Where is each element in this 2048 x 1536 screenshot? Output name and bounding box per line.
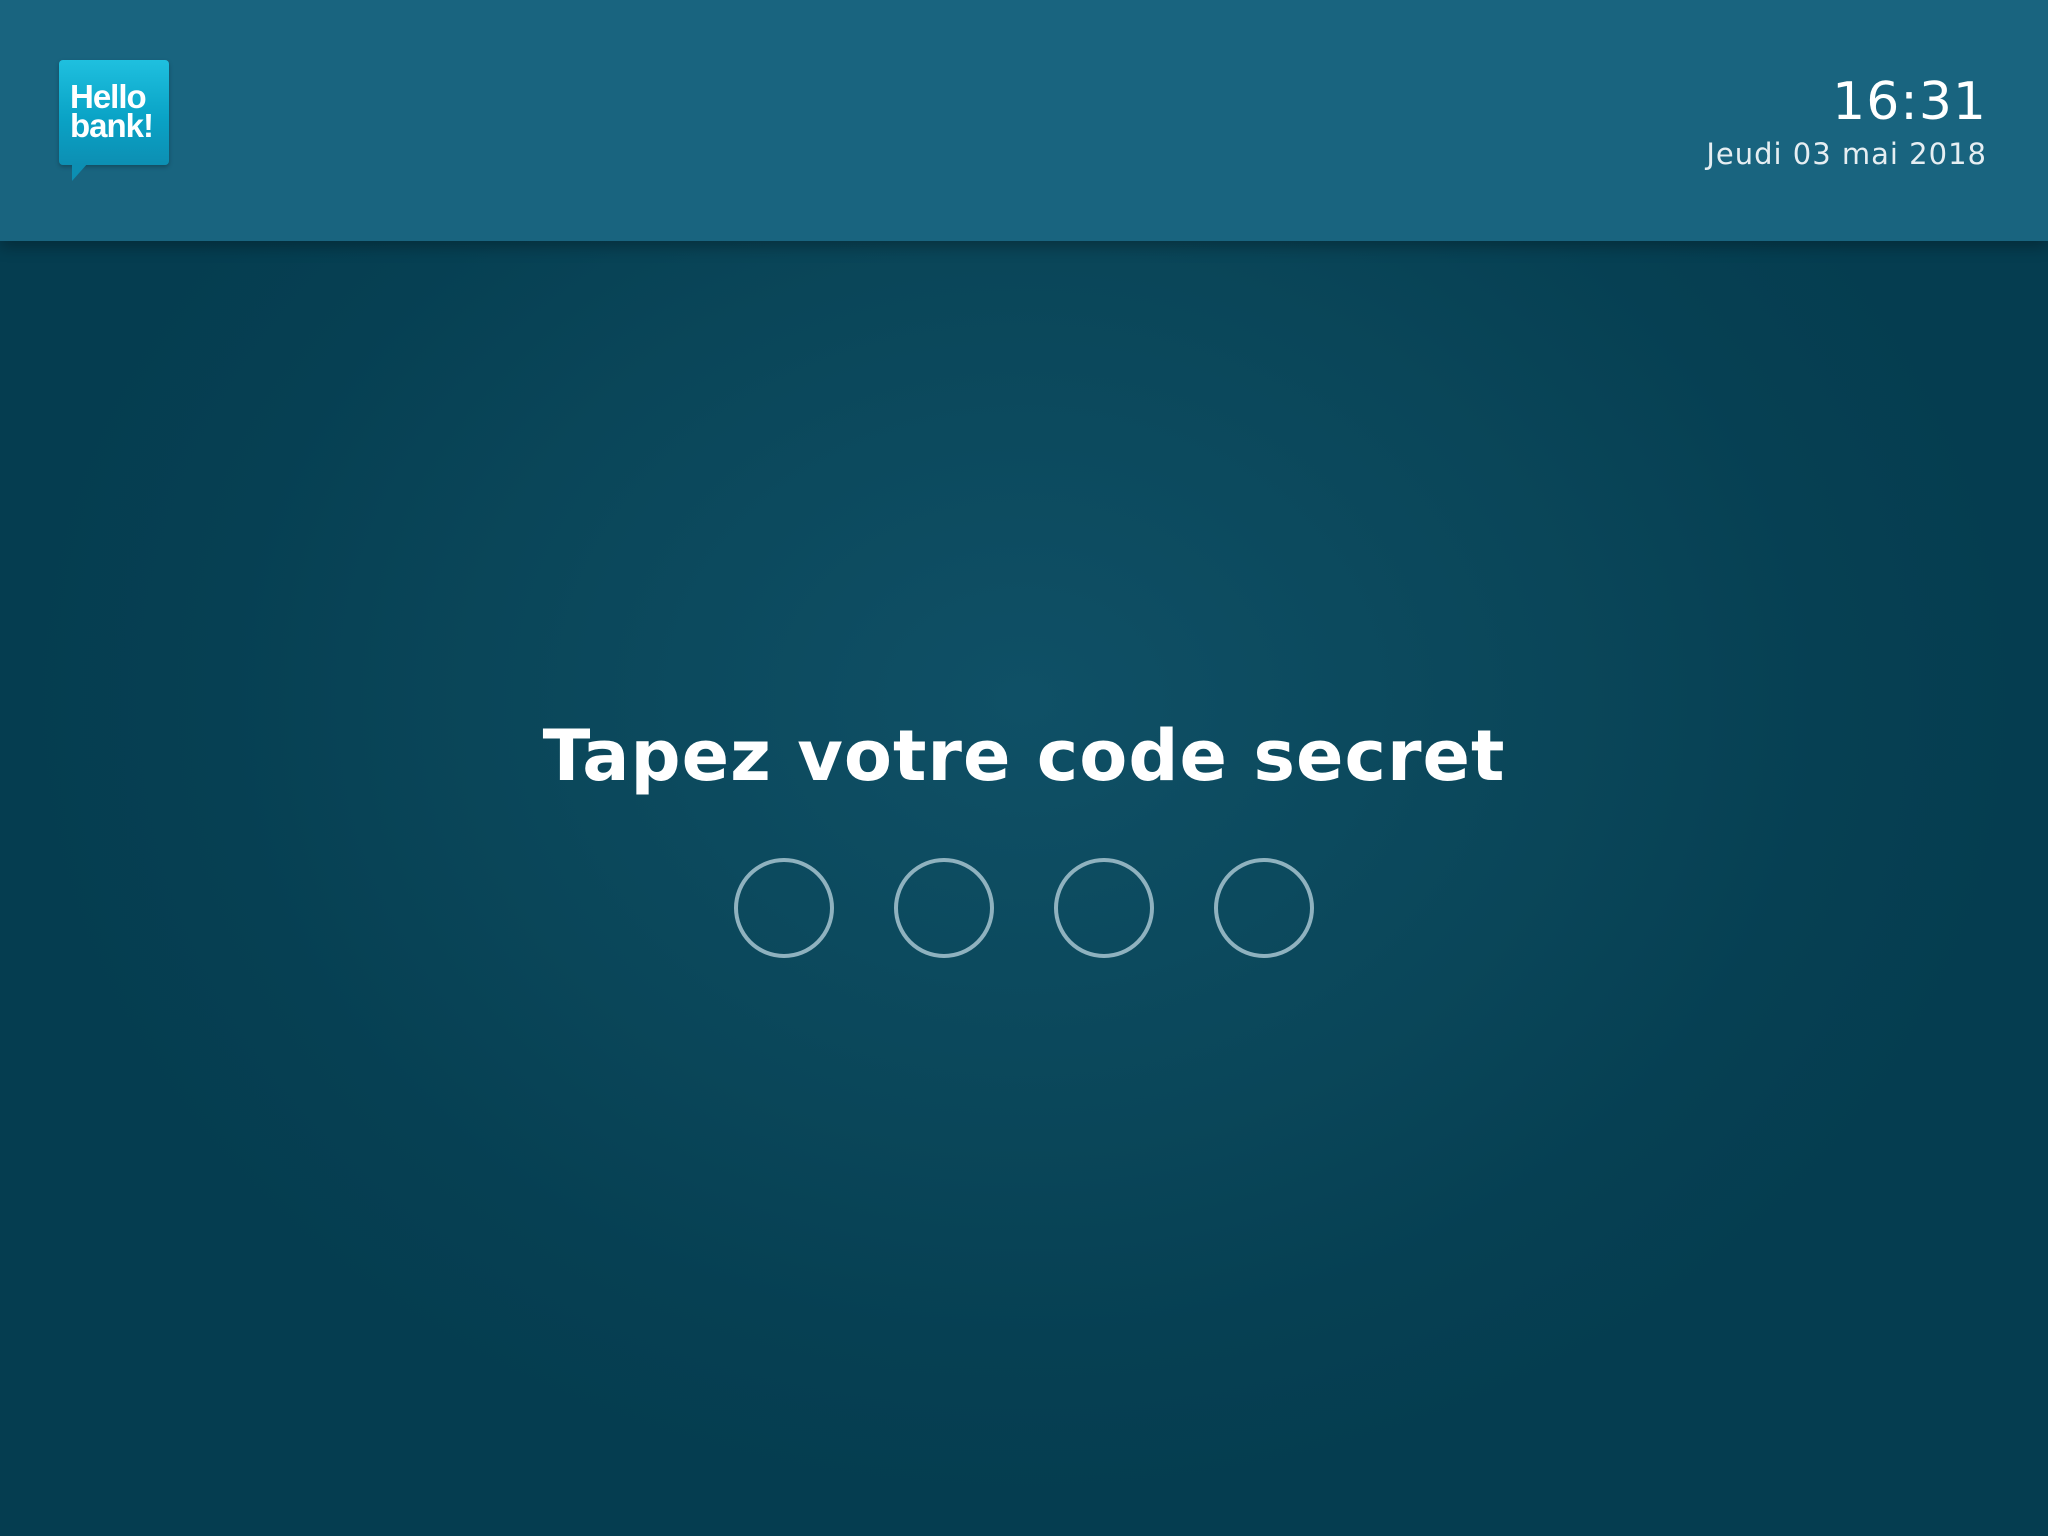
logo-speech-tail bbox=[72, 163, 88, 181]
top-bar: Hello bank! 16:31 Jeudi 03 mai 2018 bbox=[0, 0, 2048, 241]
hello-bank-logo: Hello bank! bbox=[59, 60, 169, 181]
pin-digit-indicator-4 bbox=[1214, 858, 1314, 958]
logo-text-line2: bank! bbox=[70, 107, 154, 144]
pin-digit-indicator-2 bbox=[894, 858, 994, 958]
clock-time: 16:31 bbox=[1832, 72, 1987, 132]
pin-indicator bbox=[734, 858, 1314, 958]
pin-digit-indicator-3 bbox=[1054, 858, 1154, 958]
pin-prompt-title: Tapez votre code secret bbox=[542, 715, 1506, 797]
pin-digit-indicator-1 bbox=[734, 858, 834, 958]
clock-date: Jeudi 03 mai 2018 bbox=[1706, 137, 1987, 171]
